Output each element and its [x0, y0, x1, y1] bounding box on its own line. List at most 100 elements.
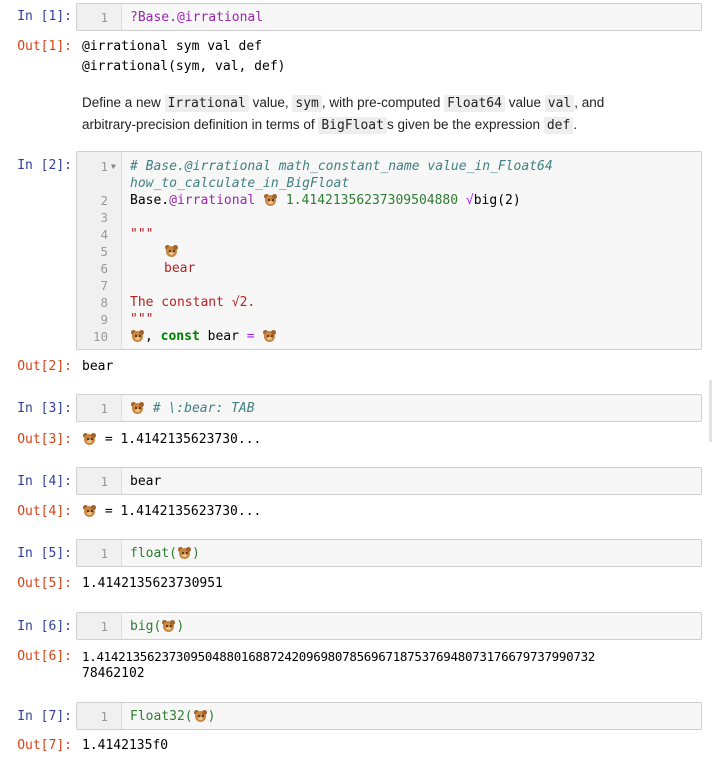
doc-text: arbitrary-precision definition in terms … — [82, 117, 319, 132]
code-line[interactable]: how_to_calculate_in_BigFloat — [130, 175, 349, 192]
code-line[interactable]: big() — [130, 618, 184, 635]
bear-emoji-icon — [193, 710, 207, 722]
bear-emoji-icon — [131, 330, 144, 342]
out-prompt-4: Out[4]: — [17, 504, 72, 519]
code-token: ) — [207, 709, 216, 724]
line-number: 3 — [100, 210, 108, 225]
output-text: @irrational(sym, val, def) — [82, 59, 286, 74]
inline-code: Irrational — [164, 95, 249, 112]
bear-emoji-icon — [264, 194, 278, 206]
output-value: = 1.4142135623730... — [97, 432, 262, 447]
code-token: √ — [465, 193, 474, 208]
code-token: big( — [130, 619, 162, 634]
code-line[interactable] — [164, 243, 179, 260]
bear-emoji-icon — [177, 547, 191, 559]
code-token: Base. — [130, 193, 170, 208]
inline-code: Float64 — [444, 95, 505, 112]
inline-code: BigFloat — [318, 117, 387, 134]
code-token: Float32( — [130, 709, 193, 724]
output-text: @irrational sym val def — [82, 39, 263, 54]
output-text: = 1.4142135623730... — [82, 503, 261, 520]
line-number: 2 — [100, 193, 108, 208]
in-prompt-2: In [2]: — [17, 158, 72, 173]
doc-text: , and — [574, 95, 605, 110]
code-token: float( — [130, 546, 177, 561]
code-cell-2[interactable]: 1 ▼ 2 3 4 5 6 7 8 9 10 # Base.@irrationa… — [76, 151, 702, 350]
bear-emoji-icon — [263, 330, 277, 342]
code-token: = — [246, 329, 255, 344]
line-number: 1 — [100, 709, 108, 724]
line-number: 8 — [100, 295, 108, 310]
code-line[interactable]: """ — [130, 226, 153, 243]
code-line[interactable]: , const bear = — [130, 328, 277, 345]
code-cell-4[interactable]: 1 bear — [76, 467, 702, 495]
line-number: 1 — [100, 546, 108, 561]
out-prompt-6: Out[6]: — [17, 649, 72, 664]
inline-code: def — [543, 117, 574, 134]
line-number: 5 — [100, 244, 108, 259]
code-cell-7[interactable]: 1 Float32() — [76, 702, 702, 730]
code-line[interactable]: float() — [130, 545, 200, 562]
doc-text: value, — [248, 95, 293, 110]
output-text: 1.41421356237309504880168872420969807856… — [82, 649, 596, 664]
code-cell-3[interactable]: 1 # \:bear: TAB — [76, 394, 702, 422]
doc-text: value — [504, 95, 545, 110]
bear-emoji-icon — [83, 433, 96, 445]
code-token: big(2) — [473, 193, 521, 208]
in-prompt-6: In [6]: — [17, 619, 72, 634]
in-prompt-7: In [7]: — [17, 709, 72, 724]
bear-emoji-icon — [131, 402, 144, 414]
code-token: , — [145, 329, 161, 344]
line-number: 9 — [100, 312, 108, 327]
doc-text: Define a new — [82, 95, 165, 110]
in-prompt-3: In [3]: — [17, 401, 72, 416]
code-line[interactable]: bear — [164, 260, 195, 277]
bear-emoji-icon — [83, 505, 96, 517]
in-prompt-1: In [1]: — [17, 9, 72, 24]
line-number: 10 — [92, 329, 108, 344]
doc-text: , with pre-computed — [321, 95, 445, 110]
line-number: 1 — [100, 619, 108, 634]
line-number: 1 — [100, 401, 108, 416]
code-cell-1[interactable]: 1 ?Base.@irrational — [76, 3, 702, 31]
code-line[interactable]: # \:bear: TAB — [130, 400, 255, 417]
out-prompt-1: Out[1]: — [17, 39, 72, 54]
output-text: 78462102 — [82, 666, 145, 681]
line-number: 1 — [100, 159, 108, 174]
in-prompt-4: In [4]: — [17, 474, 72, 489]
code-cell-5[interactable]: 1 float() — [76, 539, 702, 567]
docstring-paragraph: Define a new Irrational value, sym, with… — [82, 92, 682, 136]
code-token: @irrational — [169, 193, 256, 208]
out-prompt-5: Out[5]: — [17, 576, 72, 591]
line-number: 1 — [100, 474, 108, 489]
fold-arrow-icon[interactable]: ▼ — [111, 158, 116, 175]
code-line[interactable]: Base.@irrational 1.41421356237309504880 … — [130, 192, 521, 209]
output-text: 1.4142135623730951 — [82, 576, 223, 591]
code-line[interactable]: """ — [130, 311, 153, 328]
output-value: = 1.4142135623730... — [97, 504, 262, 519]
code-token: ) — [176, 619, 185, 634]
code-line[interactable]: bear — [130, 473, 161, 490]
code-token: const — [160, 329, 200, 344]
line-number: 6 — [100, 261, 108, 276]
inline-code: sym — [292, 95, 322, 112]
out-prompt-3: Out[3]: — [17, 432, 72, 447]
code-token: 1.41421356237309504880 — [285, 193, 459, 208]
code-token: bear — [199, 329, 247, 344]
code-token: ) — [191, 546, 200, 561]
doc-text: s given be the expression — [386, 117, 544, 132]
line-number: 1 — [100, 10, 108, 25]
output-text: 1.4142135f0 — [82, 738, 169, 753]
code-line[interactable]: The constant √2. — [130, 294, 255, 311]
code-line[interactable]: Float32() — [130, 708, 215, 725]
inline-code: val — [544, 95, 575, 112]
code-cell-6[interactable]: 1 big() — [76, 612, 702, 640]
code-line[interactable]: # Base.@irrational math_constant_name va… — [130, 158, 553, 175]
output-text: = 1.4142135623730... — [82, 431, 261, 448]
bear-emoji-icon — [162, 620, 176, 632]
code-token: # \:bear: TAB — [152, 401, 255, 416]
line-number: 4 — [100, 227, 108, 242]
code-line[interactable]: ?Base.@irrational — [130, 9, 263, 26]
out-prompt-2: Out[2]: — [17, 359, 72, 374]
bear-emoji-icon — [165, 245, 178, 257]
